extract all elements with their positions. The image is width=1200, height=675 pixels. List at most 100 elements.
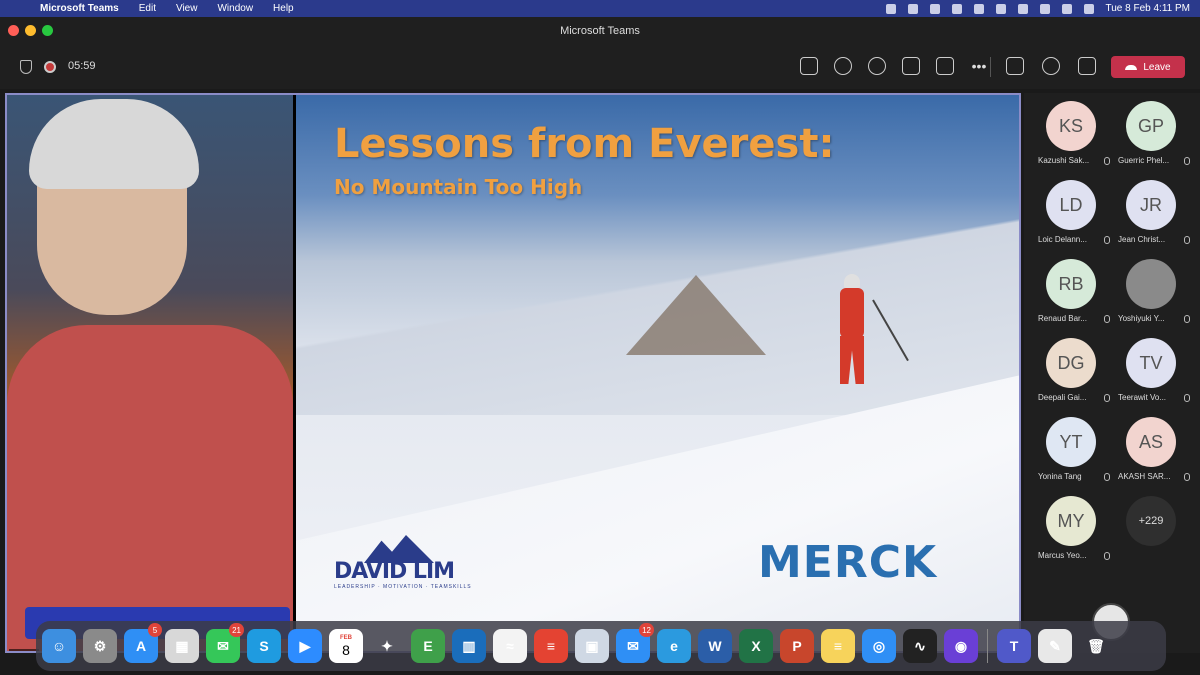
dock-edge-icon[interactable]: e <box>657 629 691 663</box>
dock-powerpoint-icon[interactable]: P <box>780 629 814 663</box>
dock-safari-icon[interactable]: ◎ <box>862 629 896 663</box>
dock-monday-icon[interactable]: ≈ <box>493 629 527 663</box>
dock-todoist-icon[interactable]: ≡ <box>534 629 568 663</box>
dock-siri-icon[interactable]: ◉ <box>944 629 978 663</box>
more-participants-tile[interactable]: +229 <box>1114 496 1194 567</box>
dock-textedit-icon[interactable]: ✎ <box>1038 629 1072 663</box>
participant-tile[interactable]: DG Deepali Gai... <box>1034 338 1114 409</box>
climber-body <box>840 288 864 338</box>
dock-calendar-icon[interactable]: FEB 8 <box>329 629 363 663</box>
dock-messages-icon[interactable]: ✉ 21 <box>206 623 244 663</box>
mic-muted-icon <box>1184 315 1190 323</box>
spotlight-search-icon[interactable] <box>1039 3 1050 14</box>
participant-tile[interactable]: JR Jean Christ... <box>1114 180 1194 251</box>
participant-tile[interactable]: MY Marcus Yeo... <box>1034 496 1114 567</box>
david-lim-tagline: LEADERSHIP · MOTIVATION · TEAMSKILLS <box>334 584 472 590</box>
dock-zoom-icon[interactable]: ▶ <box>288 629 322 663</box>
status-evernote-icon[interactable] <box>929 3 940 14</box>
dock-app-glyph: A <box>135 638 147 654</box>
speaker-video: david <box>7 95 293 651</box>
dock-notes-icon[interactable]: ≡ <box>821 629 855 663</box>
dock-evernote-icon[interactable]: E <box>411 629 445 663</box>
apps-button[interactable] <box>936 57 954 75</box>
chat-button[interactable] <box>834 57 852 75</box>
participant-tile[interactable]: AS AKASH SAR... <box>1114 417 1194 488</box>
camera-off-button[interactable] <box>1006 57 1024 75</box>
input-source-icon[interactable] <box>1017 3 1028 14</box>
dock-preview-icon[interactable]: ▣ <box>575 629 609 663</box>
slide-snow-slope <box>296 375 1019 651</box>
bluetooth-icon[interactable] <box>995 3 1006 14</box>
notification-badge: 5 <box>148 623 162 637</box>
menu-help[interactable]: Help <box>263 3 304 14</box>
more-options-button[interactable]: ••• <box>970 57 988 75</box>
share-screen-button[interactable] <box>1078 57 1096 75</box>
rooms-button[interactable] <box>902 57 920 75</box>
mic-muted-icon <box>1184 473 1190 481</box>
reactions-button[interactable] <box>868 57 886 75</box>
dock-app-glyph: ✉ <box>217 637 229 654</box>
mic-muted-icon <box>1184 394 1190 402</box>
dock-hummingbird-icon[interactable]: ✦ <box>370 629 404 663</box>
fullscreen-window-button[interactable] <box>42 25 53 36</box>
notification-badge: 21 <box>229 623 244 637</box>
overflow-count: +229 <box>1126 496 1176 546</box>
participant-name: Renaud Bar... <box>1038 314 1087 323</box>
dock-trash-icon[interactable]: 🗑 <box>1079 629 1113 663</box>
menu-edit[interactable]: Edit <box>129 3 166 14</box>
participant-avatar: MY <box>1046 496 1096 546</box>
participant-tile[interactable]: RB Renaud Bar... <box>1034 259 1114 330</box>
participant-tile[interactable]: YT Yonina Tang <box>1034 417 1114 488</box>
calendar-month: FEB <box>340 635 352 641</box>
status-send-icon[interactable] <box>907 3 918 14</box>
dock-app-store-icon[interactable]: A5 <box>124 623 162 663</box>
dock-app-glyph: ☺ <box>51 638 67 654</box>
dock-trello-icon[interactable]: ▥ <box>452 629 486 663</box>
dock-finder-icon[interactable]: ☺ <box>42 629 76 663</box>
dock-launchpad-icon[interactable]: ▦ <box>165 629 199 663</box>
menu-view[interactable]: View <box>166 3 208 14</box>
menu-window[interactable]: Window <box>207 3 263 14</box>
minimize-window-button[interactable] <box>25 25 36 36</box>
david-lim-logo: DAVID LIM LEADERSHIP · MOTIVATION · TEAM… <box>334 535 474 590</box>
participant-avatar: KS <box>1046 101 1096 151</box>
menu-app-name[interactable]: Microsoft Teams <box>30 3 129 14</box>
participant-tile[interactable]: Yoshiyuki Y... <box>1114 259 1194 330</box>
dock-app-glyph: P <box>792 638 802 654</box>
mic-muted-button[interactable] <box>1042 57 1060 75</box>
menu-clock[interactable]: Tue 8 Feb 4:11 PM <box>1106 3 1191 14</box>
merck-logo: MERCK <box>758 537 938 588</box>
participant-name: AKASH SAR... <box>1118 472 1171 481</box>
climber-figure <box>828 270 909 390</box>
mic-muted-icon <box>1104 157 1110 165</box>
participant-name: Kazushi Sak... <box>1038 156 1090 165</box>
headphones-icon[interactable] <box>973 3 984 14</box>
participant-name: Marcus Yeo... <box>1038 551 1087 560</box>
dock-app-glyph: ⚙ <box>93 637 107 654</box>
dock-skype-icon[interactable]: S <box>247 629 281 663</box>
recording-icon <box>44 61 56 73</box>
participant-tile[interactable]: GP Guerric Phel... <box>1114 101 1194 172</box>
participant-tile[interactable]: LD Loic Delann... <box>1034 180 1114 251</box>
control-center-icon[interactable] <box>1061 3 1072 14</box>
dock-excel-icon[interactable]: X <box>739 629 773 663</box>
close-window-button[interactable] <box>8 25 19 36</box>
dock-word-icon[interactable]: W <box>698 629 732 663</box>
participant-name: Loic Delann... <box>1038 235 1087 244</box>
participants-button[interactable] <box>800 57 818 75</box>
dock-system-preferences-icon[interactable]: ⚙ <box>83 629 117 663</box>
participant-tile[interactable]: TV Teerawit Vo... <box>1114 338 1194 409</box>
wifi-icon[interactable] <box>951 3 962 14</box>
dock-activity-monitor-icon[interactable]: ∿ <box>903 629 937 663</box>
siri-menu-icon[interactable] <box>1083 3 1094 14</box>
dock-app-glyph: ▶ <box>299 637 311 654</box>
window-title-bar: Microsoft Teams <box>0 17 1200 45</box>
leave-button[interactable]: Leave <box>1111 56 1185 78</box>
status-app-icon[interactable] <box>885 3 896 14</box>
participant-tile[interactable]: KS Kazushi Sak... <box>1034 101 1114 172</box>
shield-icon[interactable] <box>20 60 32 74</box>
participant-avatar: AS <box>1126 417 1176 467</box>
dock-mail-icon[interactable]: ✉ 12 <box>616 623 654 663</box>
mic-muted-icon <box>1104 236 1110 244</box>
dock-teams-icon[interactable]: T <box>997 629 1031 663</box>
